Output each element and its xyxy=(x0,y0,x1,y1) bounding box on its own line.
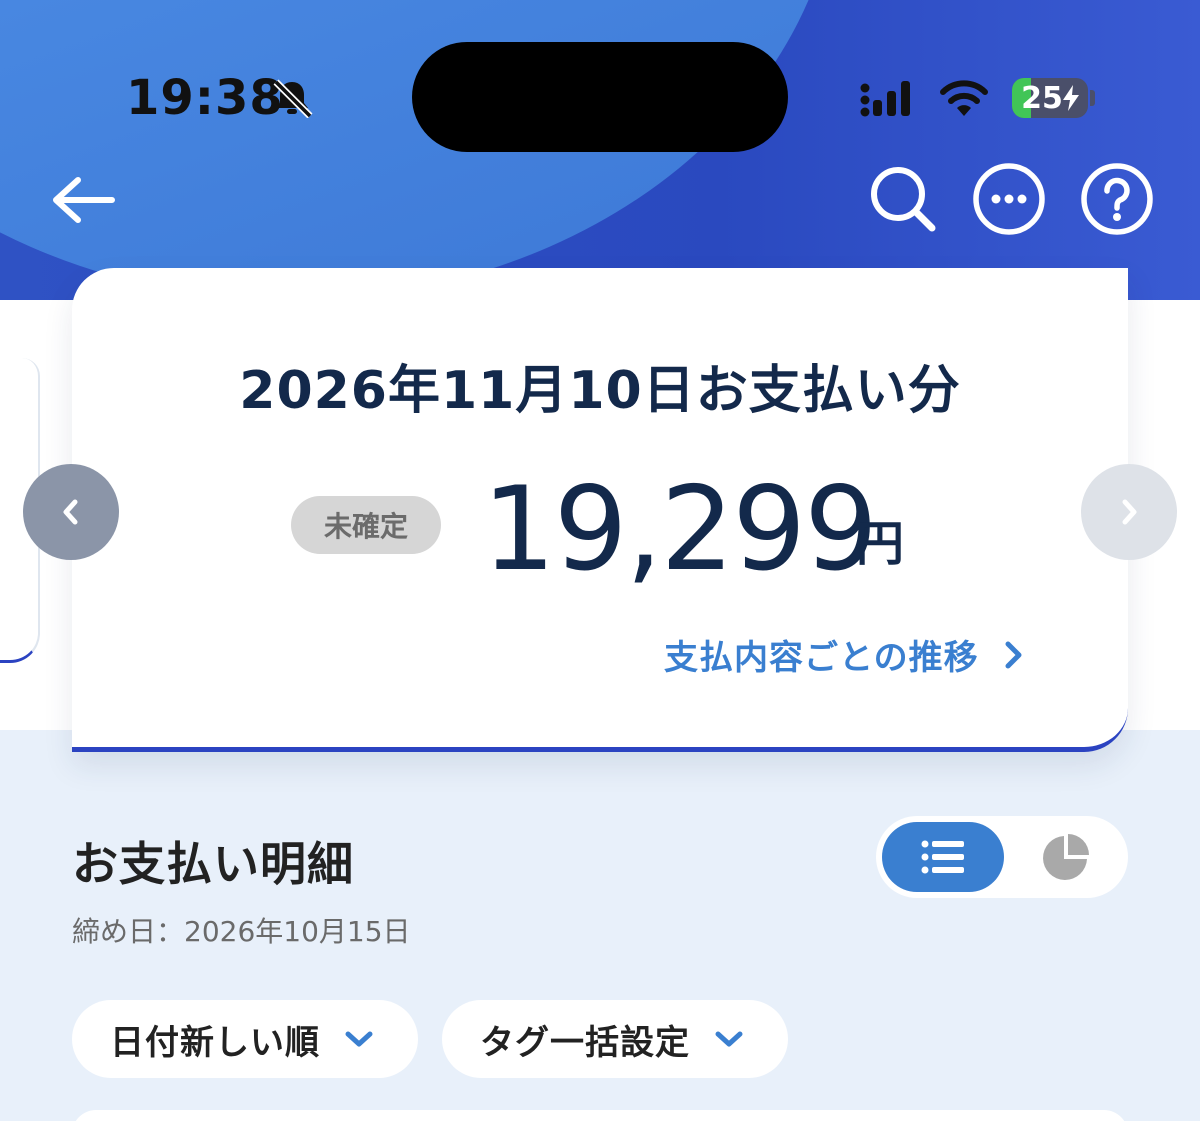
dynamic-island xyxy=(412,42,788,152)
chevron-down-icon xyxy=(715,1031,743,1047)
bulk-tag-settings-label: タグ一括設定 xyxy=(480,1022,690,1063)
back-arrow-icon[interactable] xyxy=(50,172,116,228)
chevron-right-icon xyxy=(1122,499,1137,525)
bulk-tag-settings-dropdown[interactable]: タグ一括設定 xyxy=(442,1000,788,1078)
view-mode-toggle xyxy=(876,816,1128,898)
sort-order-label: 日付新しい順 xyxy=(110,1022,320,1063)
status-bar: 19:38 25 xyxy=(0,0,1200,152)
wifi-icon xyxy=(940,80,988,116)
pie-chart-view-button[interactable] xyxy=(1010,822,1122,892)
trend-link-label: 支払内容ごとの推移 xyxy=(664,638,979,678)
list-icon xyxy=(921,840,964,874)
battery-indicator: 25 xyxy=(1012,78,1088,118)
list-view-button[interactable] xyxy=(882,822,1004,892)
chevron-right-icon xyxy=(1005,641,1022,668)
closing-date-text: 締め日：2026年10月15日 xyxy=(72,915,411,948)
previous-month-button[interactable] xyxy=(23,464,119,560)
next-month-button[interactable] xyxy=(1081,464,1177,560)
battery-cap xyxy=(1090,90,1095,106)
payment-amount: 19,299 xyxy=(482,462,878,597)
status-time: 19:38 xyxy=(126,70,284,126)
payment-summary-card: 2026年11月10日お支払い分 未確定 19,299 円 支払内容ごとの推移 xyxy=(72,268,1128,752)
chevron-left-icon xyxy=(63,499,78,525)
bell-muted-icon xyxy=(273,79,313,118)
search-icon[interactable] xyxy=(868,164,940,236)
sort-order-dropdown[interactable]: 日付新しい順 xyxy=(72,1000,418,1078)
more-options-icon[interactable] xyxy=(972,162,1046,236)
payment-details-heading: お支払い明細 xyxy=(72,837,354,891)
help-icon[interactable] xyxy=(1080,162,1154,236)
unconfirmed-status-badge: 未確定 xyxy=(291,496,441,554)
payment-list-card xyxy=(72,1110,1128,1121)
charging-bolt-icon xyxy=(1062,85,1079,111)
pie-chart-icon xyxy=(1043,834,1089,880)
payment-date-title: 2026年11月10日お支払い分 xyxy=(239,361,961,421)
chevron-down-icon xyxy=(345,1031,373,1047)
currency-unit: 円 xyxy=(856,516,905,572)
payment-trend-link[interactable]: 支払内容ごとの推移 xyxy=(664,630,1025,679)
cellular-signal-icon xyxy=(860,81,910,117)
battery-level-text: 25 xyxy=(1021,80,1063,116)
